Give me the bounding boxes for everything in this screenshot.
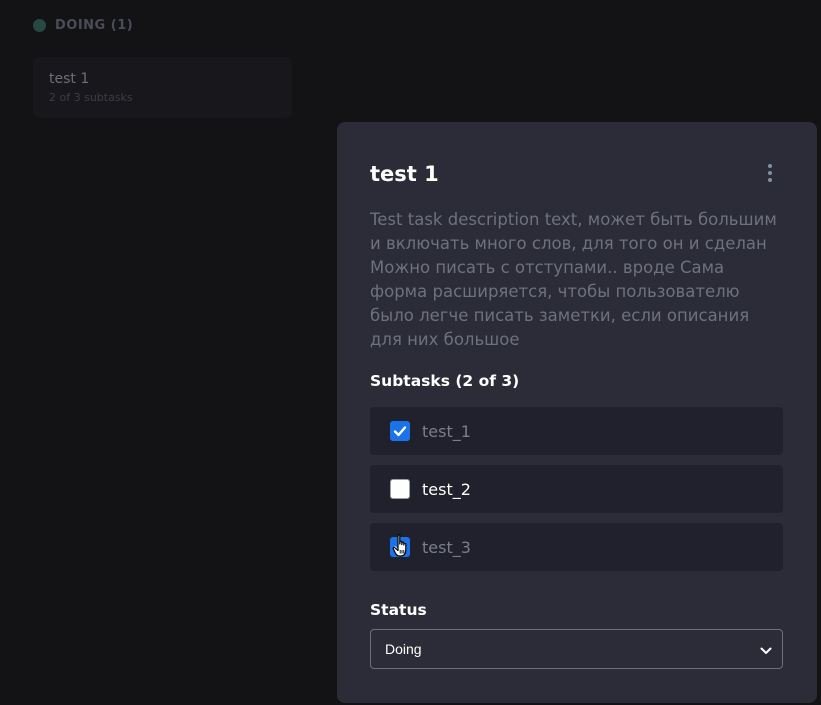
task-description: Test task description text, может быть б…: [370, 210, 777, 349]
status-selected-value: Doing: [385, 641, 422, 657]
subtask-label: test_1: [422, 421, 471, 441]
subtask-item[interactable]: test_1: [370, 407, 783, 455]
modal-title: test 1: [370, 162, 439, 186]
task-card[interactable]: test 1 2 of 3 subtasks: [33, 57, 292, 118]
column-status-dot: [33, 19, 46, 32]
subtask-item[interactable]: test_2: [370, 465, 783, 513]
column-header-doing: DOING (1): [33, 18, 133, 33]
subtask-label: test_2: [422, 479, 471, 499]
checkbox-checked-icon[interactable]: [390, 421, 410, 441]
task-detail-modal: test 1 Test task description text, может…: [337, 122, 817, 703]
checkbox-unchecked-icon[interactable]: [390, 479, 410, 499]
subtasks-list: test_1 test_2 test_3: [370, 407, 783, 581]
chevron-down-icon: [760, 640, 772, 659]
task-card-title: test 1: [49, 71, 90, 87]
subtask-label: test_3: [422, 537, 471, 557]
hand-pointer-cursor-icon: [392, 534, 410, 562]
subtask-item[interactable]: test_3: [370, 523, 783, 571]
vertical-ellipsis-icon[interactable]: [762, 162, 778, 184]
status-select[interactable]: Doing: [370, 629, 783, 669]
task-card-subtasks-count: 2 of 3 subtasks: [49, 91, 133, 104]
column-title: DOING (1): [55, 18, 134, 33]
subtasks-heading: Subtasks (2 of 3): [370, 372, 520, 390]
status-heading: Status: [370, 601, 427, 619]
